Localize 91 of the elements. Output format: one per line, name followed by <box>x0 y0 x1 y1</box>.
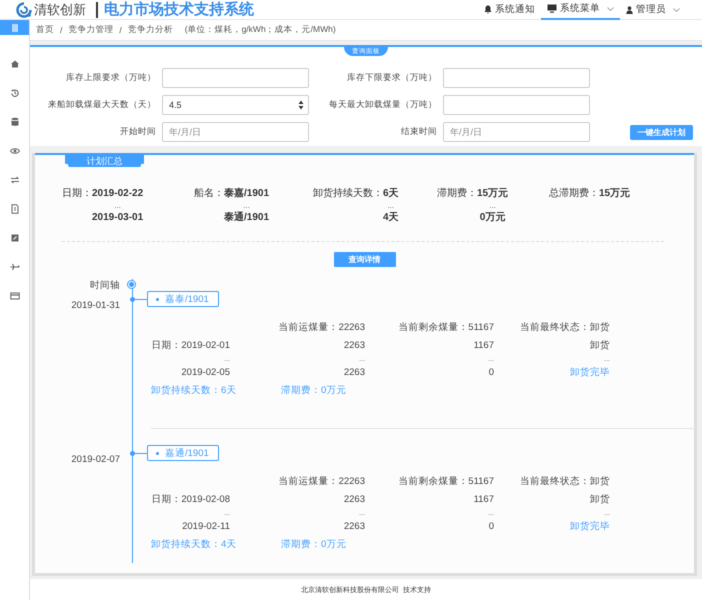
summary-link[interactable]: 卸货持续天数：4天 <box>151 538 281 550</box>
summary-label: 总滞期费： <box>549 187 599 200</box>
table-cell-text: 0 <box>488 520 494 534</box>
document-icon <box>10 204 20 214</box>
summary-value: 0万元 <box>478 211 506 224</box>
summary-label: 滞期费： <box>437 187 477 200</box>
table-cell-text: 2263 <box>342 366 365 380</box>
input-field[interactable] <box>443 95 590 115</box>
summary-label: 船名： <box>194 187 224 200</box>
summary-value: 15万元 <box>477 187 508 200</box>
table-cell-text: 1167 <box>472 492 494 506</box>
field-label: 库存上限要求（万吨） <box>65 72 156 84</box>
status-header: 当前剩余煤量：51167 <box>397 321 494 335</box>
date-field[interactable]: 年/月/日 <box>443 122 590 142</box>
eye-icon <box>10 146 20 156</box>
summary-value: ... <box>488 200 497 211</box>
status-link[interactable]: 卸货完毕 <box>494 520 610 534</box>
table-cell-text: 2263 <box>342 338 365 352</box>
date-field[interactable]: 年/月/日 <box>162 122 309 142</box>
user-icon <box>626 6 633 14</box>
spinner-icon[interactable] <box>298 100 304 110</box>
summary-value: 泰通/1901 <box>224 211 270 224</box>
timeline-date: 2019-01-31 <box>71 299 120 313</box>
table-cell-text: 卸货 <box>589 338 610 352</box>
nav-menu-item[interactable]: 管理员 <box>620 0 686 20</box>
ship-tag[interactable]: 嘉通/1901 <box>147 445 219 461</box>
card-icon <box>10 290 20 300</box>
summary-link[interactable]: 滞期费：0万元 <box>281 384 611 396</box>
details-button[interactable]: 查询详情 <box>334 252 396 267</box>
status-header: 当前运煤量：22263 <box>278 475 365 489</box>
field-label: 来船卸载煤最大天数（天） <box>47 99 156 111</box>
status-header: 当前剩余煤量：51167 <box>397 475 494 489</box>
summary-label: 卸货持续天数： <box>313 187 383 200</box>
timeline-label: 时间轴 <box>90 279 120 293</box>
chevron-down-icon <box>607 6 614 10</box>
summary-value: ... <box>113 200 122 211</box>
table-cell-text: 0 <box>488 366 494 380</box>
plane-icon <box>10 262 20 272</box>
breadcrumb-separator: / <box>60 25 62 35</box>
breadcrumb-link[interactable]: 竞争力分析 <box>128 24 173 36</box>
summary-value: 2019-02-22 <box>92 187 144 200</box>
table-cell-text: 日期：2019-02-08 <box>151 492 230 506</box>
status-link[interactable]: 卸货完毕 <box>494 366 610 380</box>
status-header: 当前运煤量：22263 <box>278 321 365 335</box>
summary-value: 15万元 <box>599 187 630 200</box>
summary-link[interactable]: 滞期费：0万元 <box>281 538 611 550</box>
field-label: 开始时间 <box>119 126 156 138</box>
breadcrumb-separator: / <box>119 25 122 35</box>
logo-icon <box>16 2 32 18</box>
bell-icon <box>484 5 492 14</box>
ship-tag[interactable]: 嘉泰/1901 <box>147 291 219 307</box>
app-title: 电力市场技术支持系统 <box>104 0 254 19</box>
table-cell-text: 日期：2019-02-01 <box>151 338 230 352</box>
table-cell-text: 2019-02-05 <box>180 366 230 380</box>
table-cell-text: 2019-02-11 <box>181 520 230 534</box>
summary-value: 泰嘉/1901 <box>224 187 270 200</box>
chevron-down-icon <box>673 8 680 12</box>
status-header: 当前最终状态：卸货 <box>519 321 610 335</box>
sidebar-item[interactable] <box>0 20 29 35</box>
status-header: 当前最终状态：卸货 <box>519 475 610 489</box>
breadcrumb-link[interactable]: 竞争力管理 <box>68 24 114 36</box>
summary-value: 6天 <box>383 187 399 200</box>
field-label: 每天最大卸载煤量（万吨） <box>328 99 437 111</box>
table-cell-text: 2263 <box>342 492 365 506</box>
breadcrumb-link[interactable]: 首页 <box>36 24 54 36</box>
unit-note: (单位：煤耗，g/kWh；成本，元/MWh) <box>184 24 336 36</box>
home-icon <box>10 58 20 68</box>
number-field[interactable]: 4.5 <box>162 95 309 115</box>
history-icon <box>10 88 20 98</box>
monitor-icon <box>547 4 557 13</box>
summary-value: 2019-03-01 <box>92 211 144 224</box>
nav-menu-item[interactable]: 系统通知 <box>478 0 541 20</box>
table-cell-text: 卸货 <box>589 492 610 506</box>
input-field[interactable] <box>443 68 590 88</box>
generate-plan-button[interactable]: 一键生成计划 <box>630 124 693 140</box>
summary-link[interactable]: 卸货持续天数：6天 <box>151 384 281 396</box>
table-cell-text: 1167 <box>472 338 494 352</box>
edit-icon <box>10 232 20 242</box>
summary-value: 4天 <box>383 211 399 224</box>
logo-text: 清软创新 <box>34 0 86 18</box>
field-label: 结束时间 <box>400 126 437 138</box>
input-field[interactable] <box>162 68 309 88</box>
summary-label: 日期： <box>62 187 92 200</box>
summary-value: ... <box>242 200 251 211</box>
summary-value: ... <box>386 200 396 211</box>
transfer-icon <box>10 174 20 184</box>
field-label: 库存下限要求（万吨） <box>346 72 437 84</box>
table-cell-text: 2263 <box>342 520 365 534</box>
database-icon <box>10 116 20 126</box>
timeline-date: 2019-02-07 <box>71 453 120 467</box>
menu-icon <box>10 22 20 32</box>
